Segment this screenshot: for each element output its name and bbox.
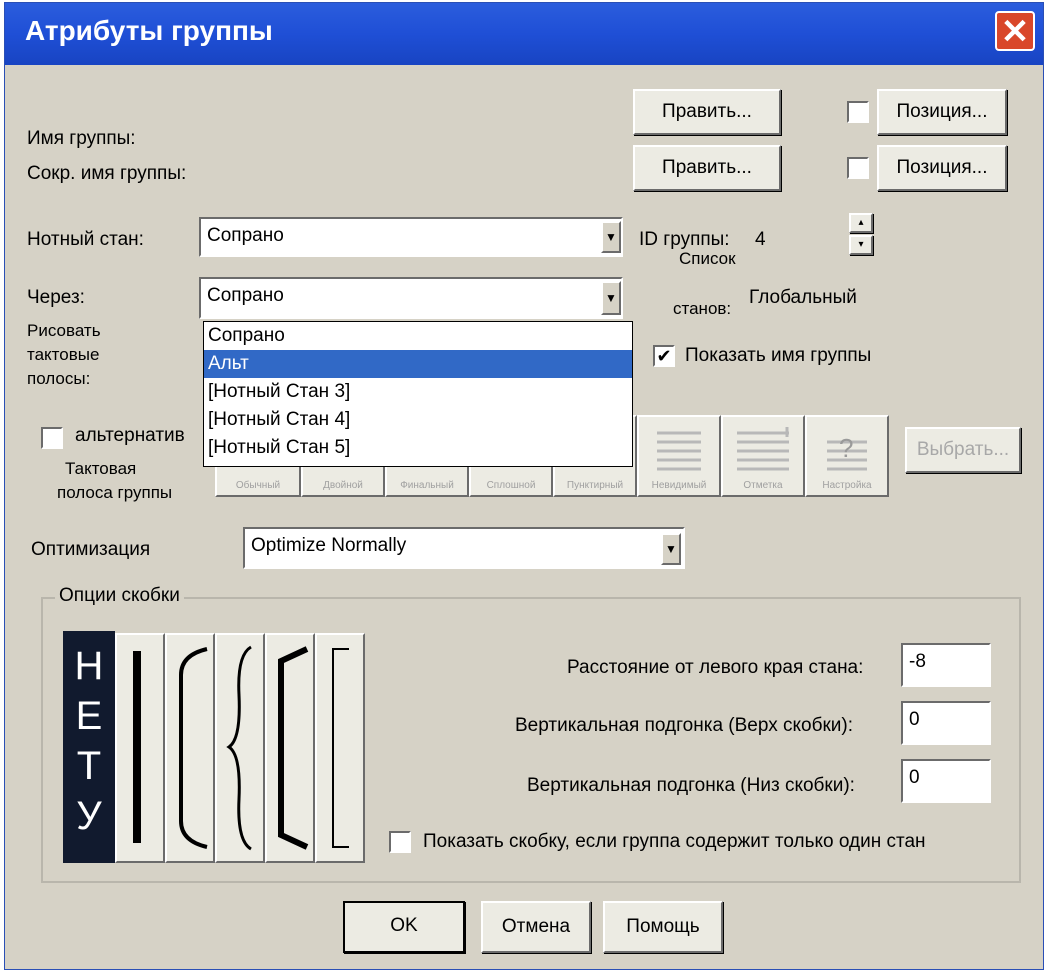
dialog-window: Атрибуты группы ✕ Имя группы: Править...… bbox=[4, 2, 1044, 970]
staff-dropdown-arrow[interactable]: ▼ bbox=[601, 221, 621, 253]
brace-bracket-icon bbox=[226, 645, 252, 851]
through-dropdown-arrow[interactable]: ▼ bbox=[601, 281, 621, 315]
square-hooks-bracket-icon bbox=[278, 646, 309, 850]
title-bar: Атрибуты группы ✕ bbox=[5, 3, 1043, 65]
barline-tick-button[interactable]: Отметка bbox=[721, 415, 805, 497]
staff-label: Нотный стан: bbox=[27, 229, 144, 250]
bracket-curved-square-button[interactable] bbox=[165, 633, 215, 863]
dropdown-option-staff3[interactable]: [Нотный Стан 3] bbox=[204, 378, 632, 406]
curved-bracket-icon bbox=[179, 647, 208, 849]
group-name-position-button[interactable]: Позиция... bbox=[877, 89, 1007, 135]
dropdown-option-staff4[interactable]: [Нотный Стан 4] bbox=[204, 406, 632, 434]
optimization-label: Оптимизация bbox=[31, 539, 151, 560]
staff-list-label-line1: Список bbox=[679, 249, 736, 268]
group-id-up-spinner[interactable]: ▴ bbox=[849, 213, 873, 233]
single-staff-checkbox[interactable] bbox=[389, 831, 411, 853]
bracket-none-button[interactable]: Н Е Т У bbox=[63, 631, 115, 863]
staff-list-label-line2: станов: bbox=[673, 299, 732, 318]
barline-tick-icon bbox=[737, 427, 789, 471]
alternative-checkbox[interactable] bbox=[41, 427, 63, 449]
barline-custom-button[interactable]: ? Настройка bbox=[805, 415, 889, 497]
bracket-none-letter-2: Е bbox=[75, 694, 103, 738]
barline-dashed-label: Пунктирный bbox=[566, 480, 624, 491]
through-dropdown-list[interactable]: Сопрано Альт [Нотный Стан 3] [Нотный Ста… bbox=[203, 321, 633, 467]
group-id-value: 4 bbox=[755, 229, 766, 250]
distance-label: Расстояние от левого края стана: bbox=[567, 657, 864, 678]
vertical-bottom-input[interactable]: 0 bbox=[901, 759, 991, 803]
barline-invisible-icon bbox=[657, 431, 701, 471]
barline-solid-label: Сплошной bbox=[486, 480, 536, 491]
group-barline-line1: Тактовая bbox=[65, 459, 137, 478]
staff-list-value: Глобальный bbox=[749, 287, 857, 308]
single-staff-label: Показать скобку, если группа содержит то… bbox=[423, 831, 926, 852]
group-barline-line2: полоса группы bbox=[57, 483, 173, 502]
dropdown-option-staff5[interactable]: [Нотный Стан 5] bbox=[204, 434, 632, 462]
barline-custom-label: Настройка bbox=[822, 480, 872, 491]
short-name-edit-button[interactable]: Править... bbox=[633, 145, 781, 191]
dialog-title: Атрибуты группы bbox=[25, 15, 273, 46]
alternative-label: альтернатив bbox=[75, 425, 185, 446]
short-name-position-checkbox[interactable] bbox=[847, 157, 869, 179]
close-button[interactable]: ✕ bbox=[995, 11, 1035, 51]
staff-select[interactable]: Сопрано bbox=[199, 217, 623, 257]
show-group-name-label: Показать имя группы bbox=[685, 345, 872, 366]
bracket-square-hooks-button[interactable] bbox=[265, 633, 315, 863]
bracket-thick-line-button[interactable] bbox=[115, 633, 165, 863]
choose-button[interactable]: Выбрать... bbox=[905, 427, 1021, 473]
cancel-button[interactable]: Отмена bbox=[481, 901, 591, 953]
bracket-thin-square-button[interactable] bbox=[315, 633, 365, 863]
barline-normal-label: Обычный bbox=[235, 480, 281, 491]
bracket-none-letter-1: Н bbox=[74, 644, 104, 688]
group-name-position-checkbox[interactable] bbox=[847, 101, 869, 123]
draw-barlines-line1: Рисовать bbox=[27, 321, 101, 340]
through-label: Через: bbox=[27, 287, 85, 308]
optimization-dropdown-arrow[interactable]: ▼ bbox=[661, 533, 681, 565]
bracket-options-caption: Опции скобки bbox=[55, 585, 184, 607]
dropdown-option-alto[interactable]: Альт bbox=[204, 350, 632, 378]
barline-final-label: Финальный bbox=[400, 480, 454, 491]
svg-text:?: ? bbox=[839, 433, 853, 463]
through-select[interactable]: Сопрано bbox=[199, 277, 623, 319]
help-button[interactable]: Помощь bbox=[603, 901, 723, 953]
short-name-label: Сокр. имя группы: bbox=[27, 163, 187, 184]
group-id-label: ID группы: bbox=[639, 229, 730, 250]
barline-custom-icon: ? bbox=[827, 433, 867, 471]
vertical-bottom-label: Вертикальная подгонка (Низ скобки): bbox=[527, 775, 855, 796]
barline-invisible-button[interactable]: Невидимый bbox=[637, 415, 721, 497]
barline-invisible-label: Невидимый bbox=[651, 480, 707, 491]
distance-input[interactable]: -8 bbox=[901, 643, 991, 687]
barline-double-label: Двойной bbox=[323, 480, 363, 491]
thick-line-bracket-icon bbox=[133, 651, 141, 843]
draw-barlines-line3: полосы: bbox=[27, 369, 91, 388]
bracket-none-letter-3: Т bbox=[76, 744, 102, 788]
group-name-label: Имя группы: bbox=[27, 128, 136, 149]
group-id-down-spinner[interactable]: ▾ bbox=[849, 235, 873, 255]
bracket-brace-button[interactable] bbox=[215, 633, 265, 863]
vertical-top-input[interactable]: 0 bbox=[901, 701, 991, 745]
draw-barlines-line2: тактовые bbox=[27, 345, 100, 364]
short-name-position-button[interactable]: Позиция... bbox=[877, 145, 1007, 191]
show-group-name-checkbox[interactable]: ✔ bbox=[653, 345, 675, 367]
barline-tick-label: Отметка bbox=[743, 480, 783, 491]
bracket-none-letter-4: У bbox=[76, 794, 102, 838]
dropdown-option-soprano[interactable]: Сопрано bbox=[204, 322, 632, 350]
vertical-top-label: Вертикальная подгонка (Верх скобки): bbox=[515, 715, 853, 736]
group-name-edit-button[interactable]: Править... bbox=[633, 89, 781, 135]
ok-button[interactable]: OK bbox=[343, 901, 465, 953]
thin-square-bracket-icon bbox=[332, 648, 349, 848]
optimization-select[interactable]: Optimize Normally bbox=[243, 527, 685, 569]
